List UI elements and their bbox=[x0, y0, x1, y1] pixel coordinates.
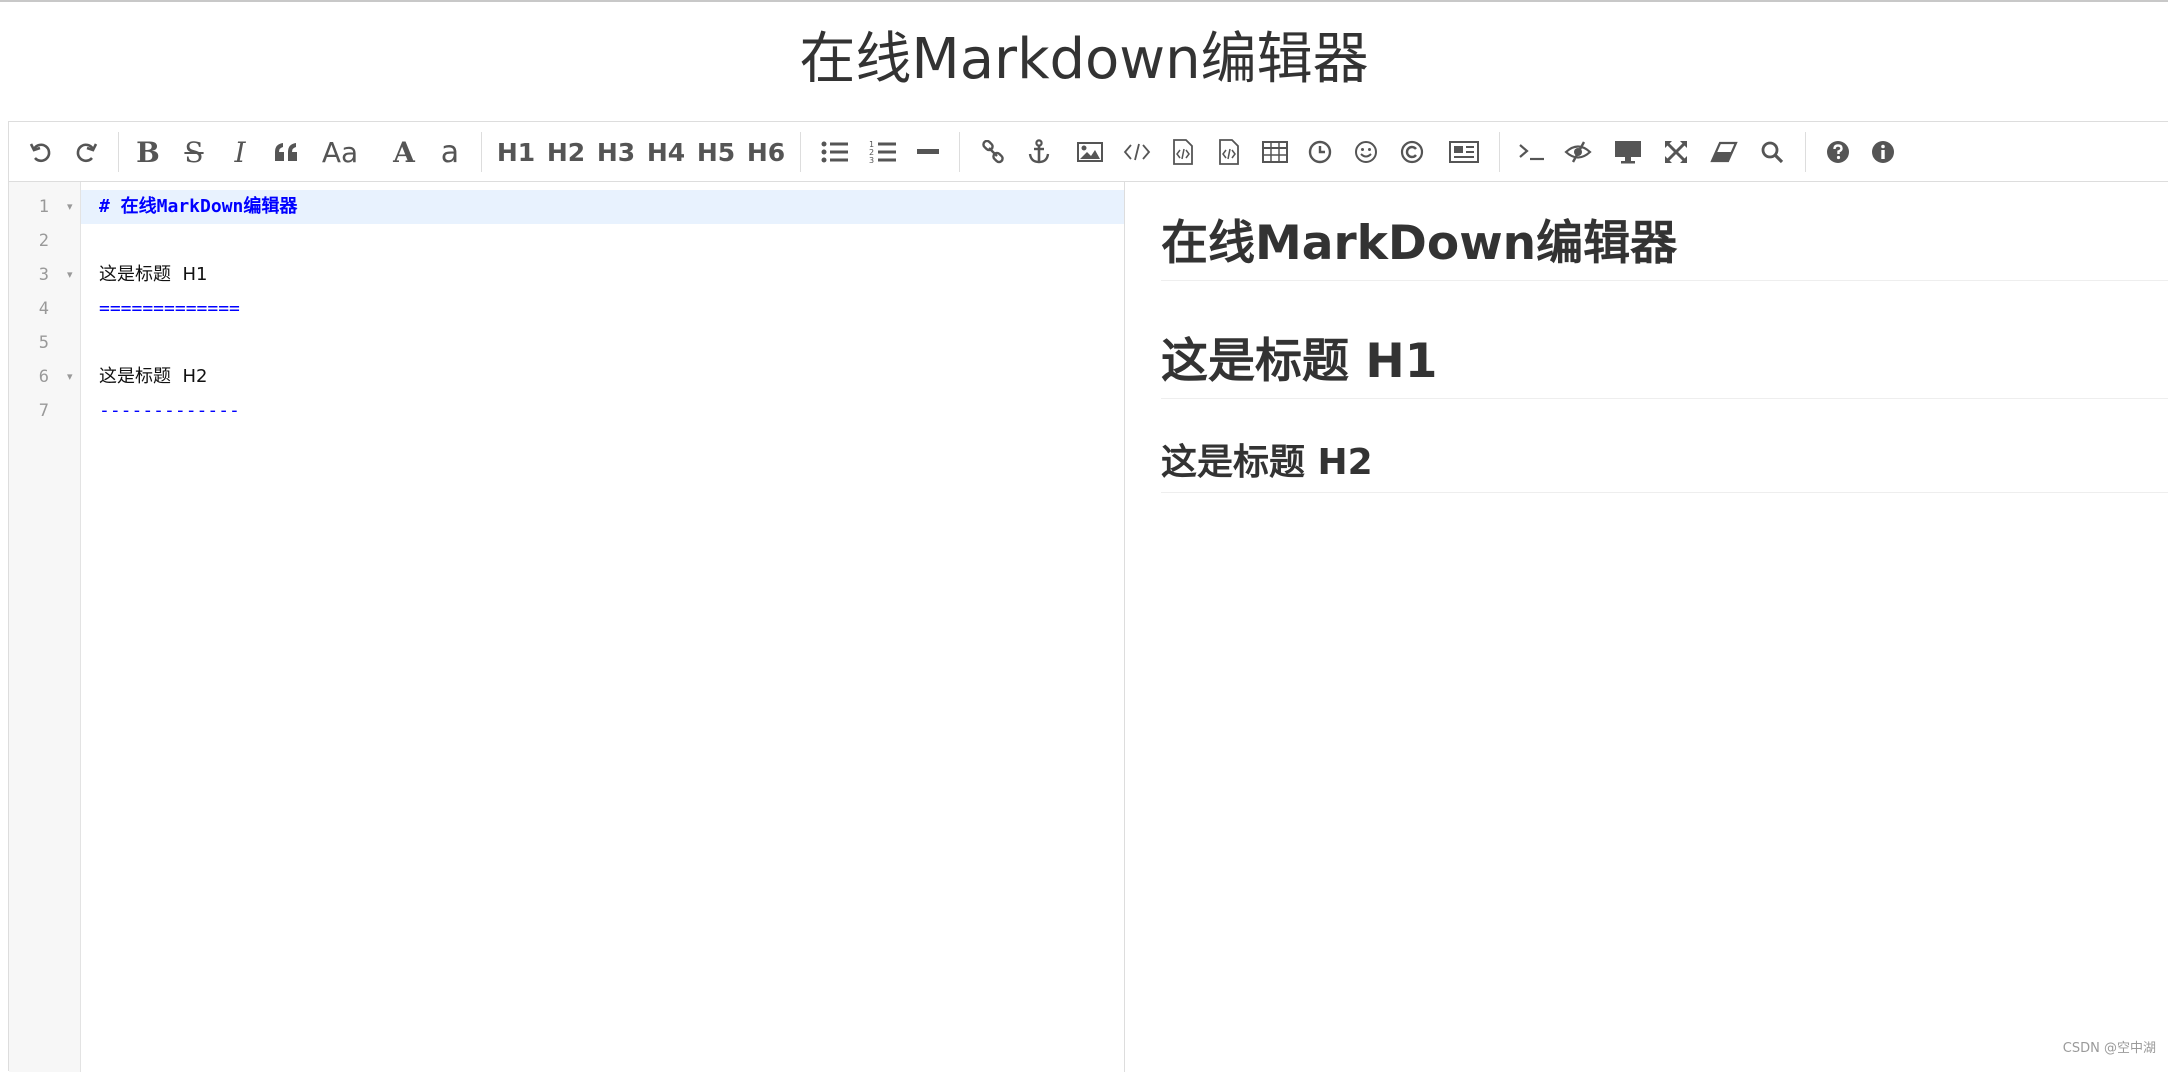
code-line[interactable]: 4 ============= bbox=[9, 292, 1124, 326]
fold-marker-icon[interactable]: ▾ bbox=[67, 360, 73, 394]
heading-2-button[interactable]: H2 bbox=[546, 132, 586, 172]
toolbar-separator bbox=[959, 132, 960, 172]
toolbar-separator bbox=[1499, 132, 1500, 172]
line-number: 6 bbox=[9, 360, 49, 394]
code-text: 这是标题 H2 bbox=[99, 360, 207, 394]
code-text: # 在线MarkDown编辑器 bbox=[99, 190, 297, 224]
code-line[interactable]: 3 ▾ 这是标题 H1 bbox=[9, 258, 1124, 292]
heading-4-button[interactable]: H4 bbox=[646, 132, 686, 172]
preview-heading-1: 在线MarkDown编辑器 bbox=[1161, 208, 2168, 281]
code-line[interactable]: 7 ------------- bbox=[9, 394, 1124, 428]
lowercase-glyph: a bbox=[441, 135, 459, 170]
page-title: 在线Markdown编辑器 bbox=[0, 22, 2168, 98]
pagebreak-icon[interactable] bbox=[1444, 132, 1484, 172]
italic-glyph: I bbox=[234, 136, 245, 169]
undo-icon[interactable] bbox=[21, 132, 61, 172]
toolbar-separator bbox=[1805, 132, 1806, 172]
toolbar-separator bbox=[481, 132, 482, 172]
link-icon[interactable] bbox=[973, 132, 1013, 172]
redo-icon[interactable] bbox=[66, 132, 106, 172]
strikethrough-icon[interactable]: S bbox=[174, 132, 214, 172]
anchor-icon[interactable] bbox=[1019, 132, 1059, 172]
line-number: 2 bbox=[9, 224, 49, 258]
fold-marker-icon[interactable]: ▾ bbox=[67, 190, 73, 224]
bold-glyph: B bbox=[136, 136, 160, 169]
ordered-list-icon[interactable]: 123 bbox=[863, 132, 903, 172]
code-line[interactable]: 1 ▾ # 在线MarkDown编辑器 bbox=[9, 190, 1124, 224]
top-border bbox=[0, 0, 2168, 2]
datetime-icon[interactable] bbox=[1300, 132, 1340, 172]
help-icon[interactable] bbox=[1818, 132, 1858, 172]
italic-icon[interactable]: I bbox=[220, 132, 260, 172]
unordered-list-icon[interactable] bbox=[815, 132, 855, 172]
watermark-text: CSDN @空中湖 bbox=[2063, 1037, 2156, 1056]
code-text: ------------- bbox=[99, 394, 240, 428]
svg-text:3: 3 bbox=[869, 156, 874, 165]
toolbar-separator bbox=[800, 132, 801, 172]
markdown-editor: B S I Aa A a H1 H2 H3 H4 H5 H6 bbox=[8, 121, 2168, 1071]
uppercase-first-icon[interactable]: A bbox=[384, 132, 424, 172]
fullscreen-icon[interactable] bbox=[1656, 132, 1696, 172]
toolbar-separator bbox=[118, 132, 119, 172]
uppercase-glyph: Aa bbox=[322, 136, 358, 169]
code-line[interactable]: 5 bbox=[9, 326, 1124, 360]
heading-1-label: H1 bbox=[497, 138, 535, 167]
code-text: ============= bbox=[99, 292, 240, 326]
heading-2-label: H2 bbox=[547, 138, 585, 167]
info-icon[interactable] bbox=[1863, 132, 1903, 172]
preformatted-text-icon[interactable] bbox=[1209, 132, 1249, 172]
strikethrough-glyph: S bbox=[184, 136, 203, 169]
lowercase-icon[interactable]: a bbox=[430, 132, 470, 172]
code-pane[interactable]: 1 ▾ # 在线MarkDown编辑器 2 3 ▾ 这是标题 H1 4 ====… bbox=[9, 182, 1124, 1072]
heading-1-button[interactable]: H1 bbox=[496, 132, 536, 172]
line-number: 5 bbox=[9, 326, 49, 360]
inline-code-icon[interactable] bbox=[1117, 132, 1157, 172]
fold-marker-icon[interactable]: ▾ bbox=[67, 258, 73, 292]
horizontal-rule-icon[interactable] bbox=[908, 132, 948, 172]
code-block-icon[interactable] bbox=[1163, 132, 1203, 172]
preview-heading-1: 这是标题 H1 bbox=[1161, 326, 2168, 399]
preview-icon[interactable] bbox=[1608, 132, 1648, 172]
heading-6-button[interactable]: H6 bbox=[746, 132, 786, 172]
heading-4-label: H4 bbox=[647, 138, 685, 167]
html-entities-icon[interactable] bbox=[1392, 132, 1432, 172]
uppercase-icon[interactable]: Aa bbox=[312, 132, 368, 172]
watch-icon[interactable] bbox=[1558, 132, 1598, 172]
bold-icon[interactable]: B bbox=[128, 132, 168, 172]
preview-heading-2: 这是标题 H2 bbox=[1161, 434, 2168, 493]
table-icon[interactable] bbox=[1255, 132, 1295, 172]
code-line[interactable]: 6 ▾ 这是标题 H2 bbox=[9, 360, 1124, 394]
image-icon[interactable] bbox=[1070, 132, 1110, 172]
preview-pane: 在线MarkDown编辑器 这是标题 H1 这是标题 H2 bbox=[1125, 182, 2168, 1072]
line-number: 7 bbox=[9, 394, 49, 428]
line-number: 3 bbox=[9, 258, 49, 292]
editor-toolbar: B S I Aa A a H1 H2 H3 H4 H5 H6 bbox=[9, 122, 2168, 182]
heading-5-button[interactable]: H5 bbox=[696, 132, 736, 172]
code-line[interactable]: 2 bbox=[9, 224, 1124, 258]
code-text: 这是标题 H1 bbox=[99, 258, 207, 292]
goto-line-icon[interactable] bbox=[1512, 132, 1552, 172]
quote-icon[interactable] bbox=[266, 132, 306, 172]
search-icon[interactable] bbox=[1752, 132, 1792, 172]
emoji-icon[interactable] bbox=[1346, 132, 1386, 172]
heading-6-label: H6 bbox=[747, 138, 785, 167]
line-number: 4 bbox=[9, 292, 49, 326]
uppercase-first-glyph: A bbox=[393, 136, 415, 169]
heading-3-label: H3 bbox=[597, 138, 635, 167]
heading-3-button[interactable]: H3 bbox=[596, 132, 636, 172]
line-number: 1 bbox=[9, 190, 49, 224]
clear-icon[interactable] bbox=[1704, 132, 1744, 172]
heading-5-label: H5 bbox=[697, 138, 735, 167]
